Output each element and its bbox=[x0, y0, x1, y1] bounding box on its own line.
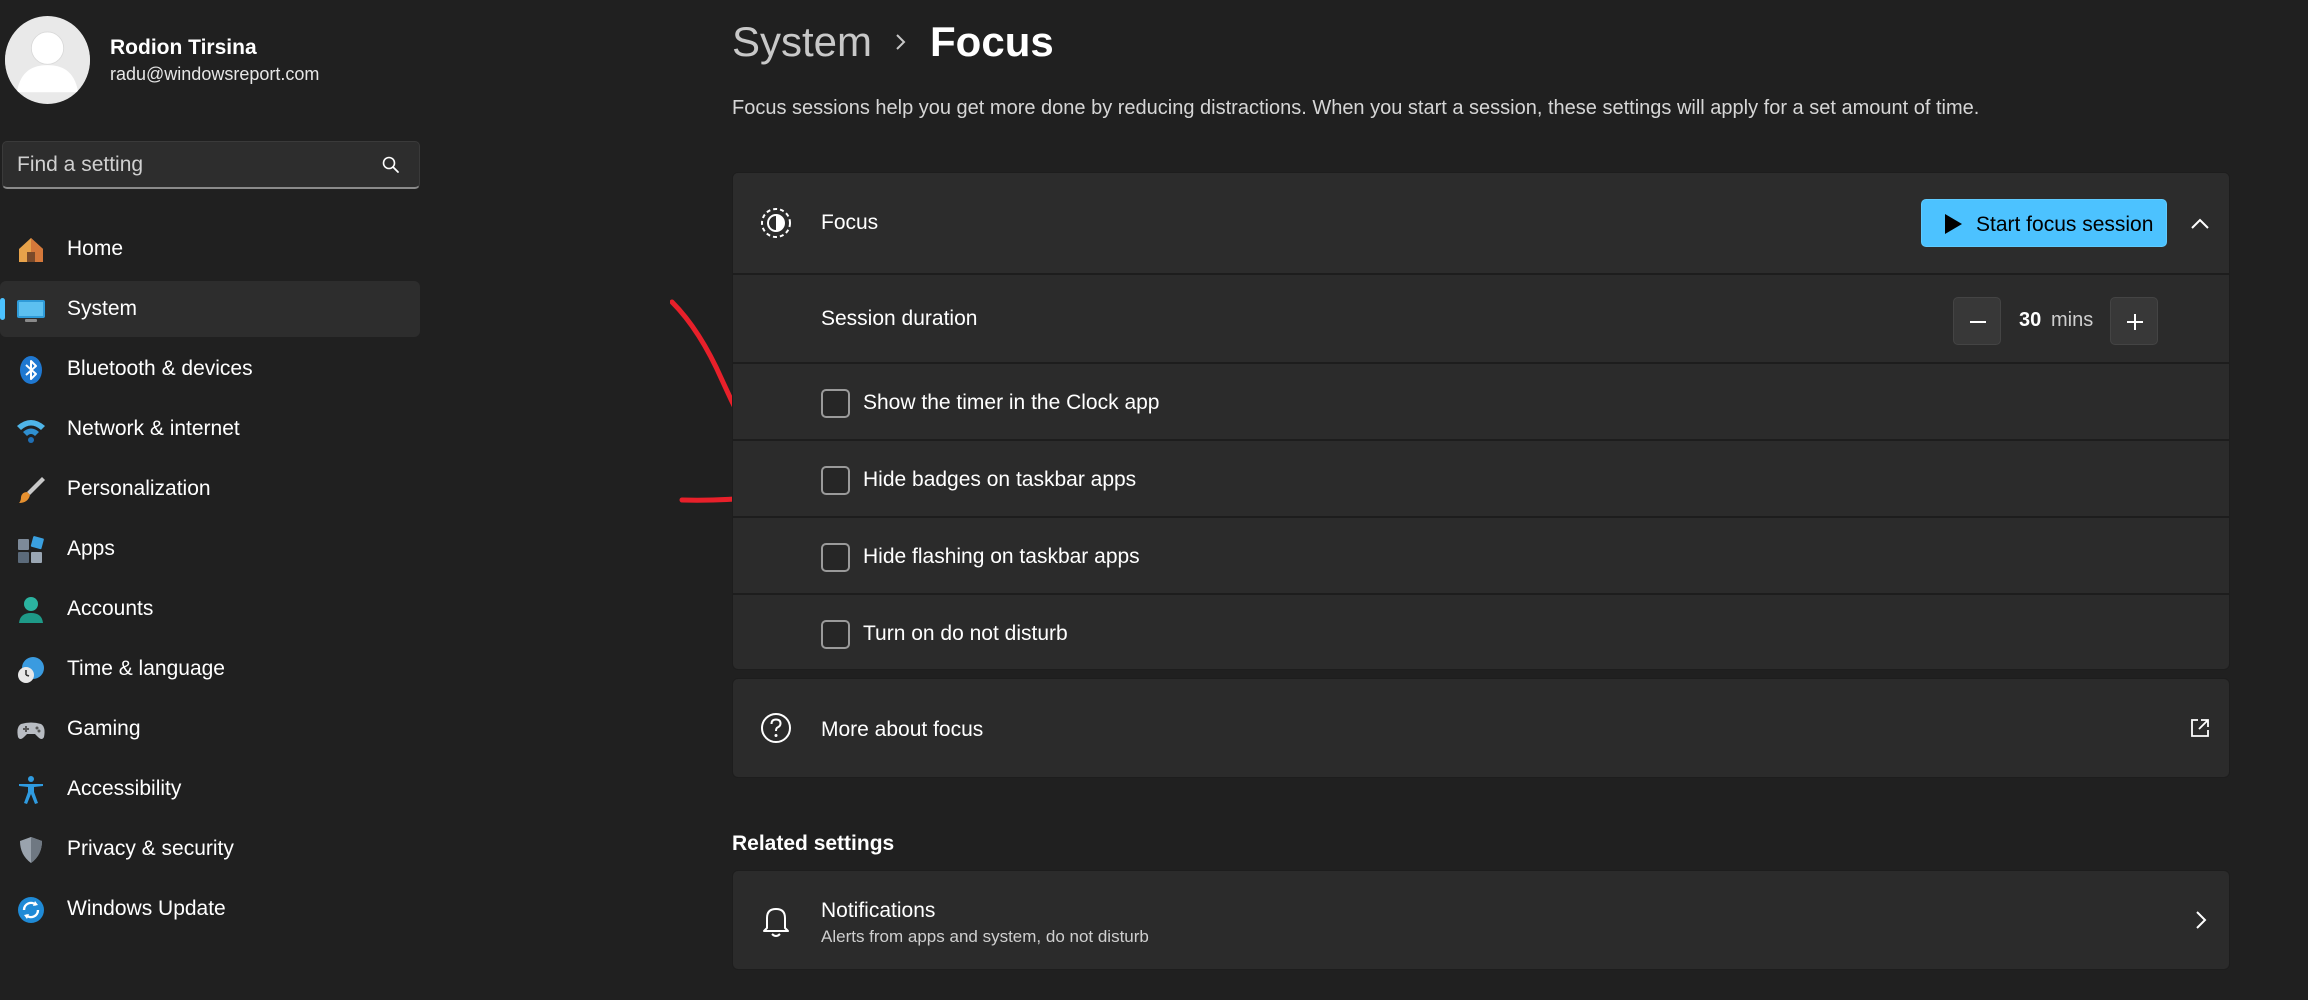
breadcrumb: System Focus bbox=[732, 12, 1054, 72]
bell-icon bbox=[763, 908, 789, 937]
sidebar-item-bluetooth[interactable]: Bluetooth & devices bbox=[0, 341, 420, 397]
accessibility-icon bbox=[16, 775, 46, 805]
chevron-right-icon bbox=[2196, 911, 2207, 929]
avatar bbox=[5, 16, 90, 104]
option-label: Turn on do not disturb bbox=[863, 622, 1068, 645]
apps-icon bbox=[16, 535, 46, 565]
increase-duration-button[interactable] bbox=[2110, 297, 2158, 345]
start-focus-session-button[interactable]: Start focus session bbox=[1921, 199, 2167, 247]
system-icon bbox=[16, 295, 46, 325]
focus-title: Focus bbox=[821, 211, 879, 234]
user-profile[interactable]: Rodion Tirsina radu@windowsreport.com bbox=[0, 16, 430, 106]
start-focus-session-label: Start focus session bbox=[1976, 213, 2154, 236]
sidebar-item-label: Home bbox=[67, 237, 124, 260]
sidebar-item-label: Windows Update bbox=[67, 897, 226, 920]
sidebar-item-label: System bbox=[67, 297, 138, 320]
sidebar-nav: Home System Bluetooth & devices Network … bbox=[0, 221, 430, 941]
clock-globe-icon bbox=[16, 655, 46, 685]
focus-icon bbox=[761, 208, 791, 238]
option-show-timer-row[interactable]: Show the timer in the Clock app bbox=[733, 362, 2229, 439]
play-icon bbox=[1945, 214, 1962, 234]
minus-icon bbox=[1970, 321, 1986, 323]
chevron-up-icon[interactable] bbox=[2189, 213, 2211, 235]
search-box[interactable] bbox=[2, 141, 420, 189]
hide-flashing-checkbox[interactable] bbox=[821, 543, 850, 572]
bluetooth-icon bbox=[16, 355, 46, 385]
sidebar-item-label: Bluetooth & devices bbox=[67, 357, 253, 380]
session-duration-row: Session duration 30 mins bbox=[733, 273, 2229, 362]
notifications-subtitle: Alerts from apps and system, do not dist… bbox=[821, 927, 1149, 946]
focus-header[interactable]: Focus Start focus session bbox=[733, 173, 2229, 273]
sidebar-item-label: Time & language bbox=[67, 657, 225, 680]
more-about-focus-card[interactable]: More about focus bbox=[732, 678, 2230, 778]
search-input[interactable] bbox=[17, 142, 367, 188]
sidebar-item-system[interactable]: System bbox=[0, 281, 420, 337]
home-icon bbox=[16, 235, 46, 265]
sidebar-item-label: Accessibility bbox=[67, 777, 182, 800]
search-icon[interactable] bbox=[381, 155, 401, 175]
sidebar-item-gaming[interactable]: Gaming bbox=[0, 701, 420, 757]
sidebar-item-label: Accounts bbox=[67, 597, 154, 620]
focus-card: Focus Start focus session Session durati… bbox=[732, 172, 2230, 670]
sidebar-item-accessibility[interactable]: Accessibility bbox=[0, 761, 420, 817]
update-icon bbox=[16, 895, 46, 925]
show-timer-checkbox[interactable] bbox=[821, 389, 850, 418]
sidebar-item-accounts[interactable]: Accounts bbox=[0, 581, 420, 637]
sidebar-item-label: Apps bbox=[67, 537, 115, 560]
hide-badges-checkbox[interactable] bbox=[821, 466, 850, 495]
sidebar-item-windows-update[interactable]: Windows Update bbox=[0, 881, 420, 937]
sidebar-item-label: Privacy & security bbox=[67, 837, 234, 860]
sidebar-item-label: Gaming bbox=[67, 717, 141, 740]
notifications-title: Notifications bbox=[821, 899, 936, 922]
chevron-right-icon bbox=[896, 34, 906, 50]
profile-name: Rodion Tirsina bbox=[110, 36, 257, 59]
related-settings-heading: Related settings bbox=[732, 832, 895, 855]
plus-icon bbox=[2127, 314, 2143, 330]
sidebar-item-label: Personalization bbox=[67, 477, 211, 500]
session-duration-label: Session duration bbox=[821, 307, 978, 330]
gamepad-icon bbox=[16, 715, 46, 745]
profile-email: radu@windowsreport.com bbox=[110, 64, 320, 84]
option-label: Show the timer in the Clock app bbox=[863, 391, 1160, 414]
option-hide-badges-row[interactable]: Hide badges on taskbar apps bbox=[733, 439, 2229, 516]
option-hide-flashing-row[interactable]: Hide flashing on taskbar apps bbox=[733, 516, 2229, 593]
sidebar-item-label: Network & internet bbox=[67, 417, 240, 440]
accounts-icon bbox=[16, 595, 46, 625]
external-link-icon bbox=[2191, 719, 2209, 737]
sidebar-item-network[interactable]: Network & internet bbox=[0, 401, 420, 457]
more-about-focus-label: More about focus bbox=[821, 718, 984, 741]
sidebar-item-home[interactable]: Home bbox=[0, 221, 420, 277]
page-description: Focus sessions help you get more done by… bbox=[732, 97, 1980, 119]
main-content: System Focus Focus sessions help you get… bbox=[732, 0, 2232, 1000]
user-silhouette-icon bbox=[5, 17, 90, 103]
option-label: Hide flashing on taskbar apps bbox=[863, 545, 1140, 568]
wifi-icon bbox=[16, 415, 46, 445]
help-icon bbox=[761, 713, 791, 743]
sidebar-item-privacy-security[interactable]: Privacy & security bbox=[0, 821, 420, 877]
sidebar-item-personalization[interactable]: Personalization bbox=[0, 461, 420, 517]
breadcrumb-parent[interactable]: System bbox=[732, 18, 872, 66]
duration-value: 30 bbox=[2019, 309, 2042, 331]
option-label: Hide badges on taskbar apps bbox=[863, 468, 1137, 491]
page-title: Focus bbox=[930, 18, 1054, 65]
notifications-card[interactable]: Notifications Alerts from apps and syste… bbox=[732, 870, 2230, 970]
sidebar: Rodion Tirsina radu@windowsreport.com Ho… bbox=[0, 0, 430, 1000]
do-not-disturb-checkbox[interactable] bbox=[821, 620, 850, 649]
duration-unit: mins bbox=[2051, 309, 2094, 331]
shield-icon bbox=[16, 835, 46, 865]
option-do-not-disturb-row[interactable]: Turn on do not disturb bbox=[733, 593, 2229, 669]
decrease-duration-button[interactable] bbox=[1953, 297, 2001, 345]
sidebar-item-time-language[interactable]: Time & language bbox=[0, 641, 420, 697]
brush-icon bbox=[16, 475, 46, 505]
sidebar-item-apps[interactable]: Apps bbox=[0, 521, 420, 577]
